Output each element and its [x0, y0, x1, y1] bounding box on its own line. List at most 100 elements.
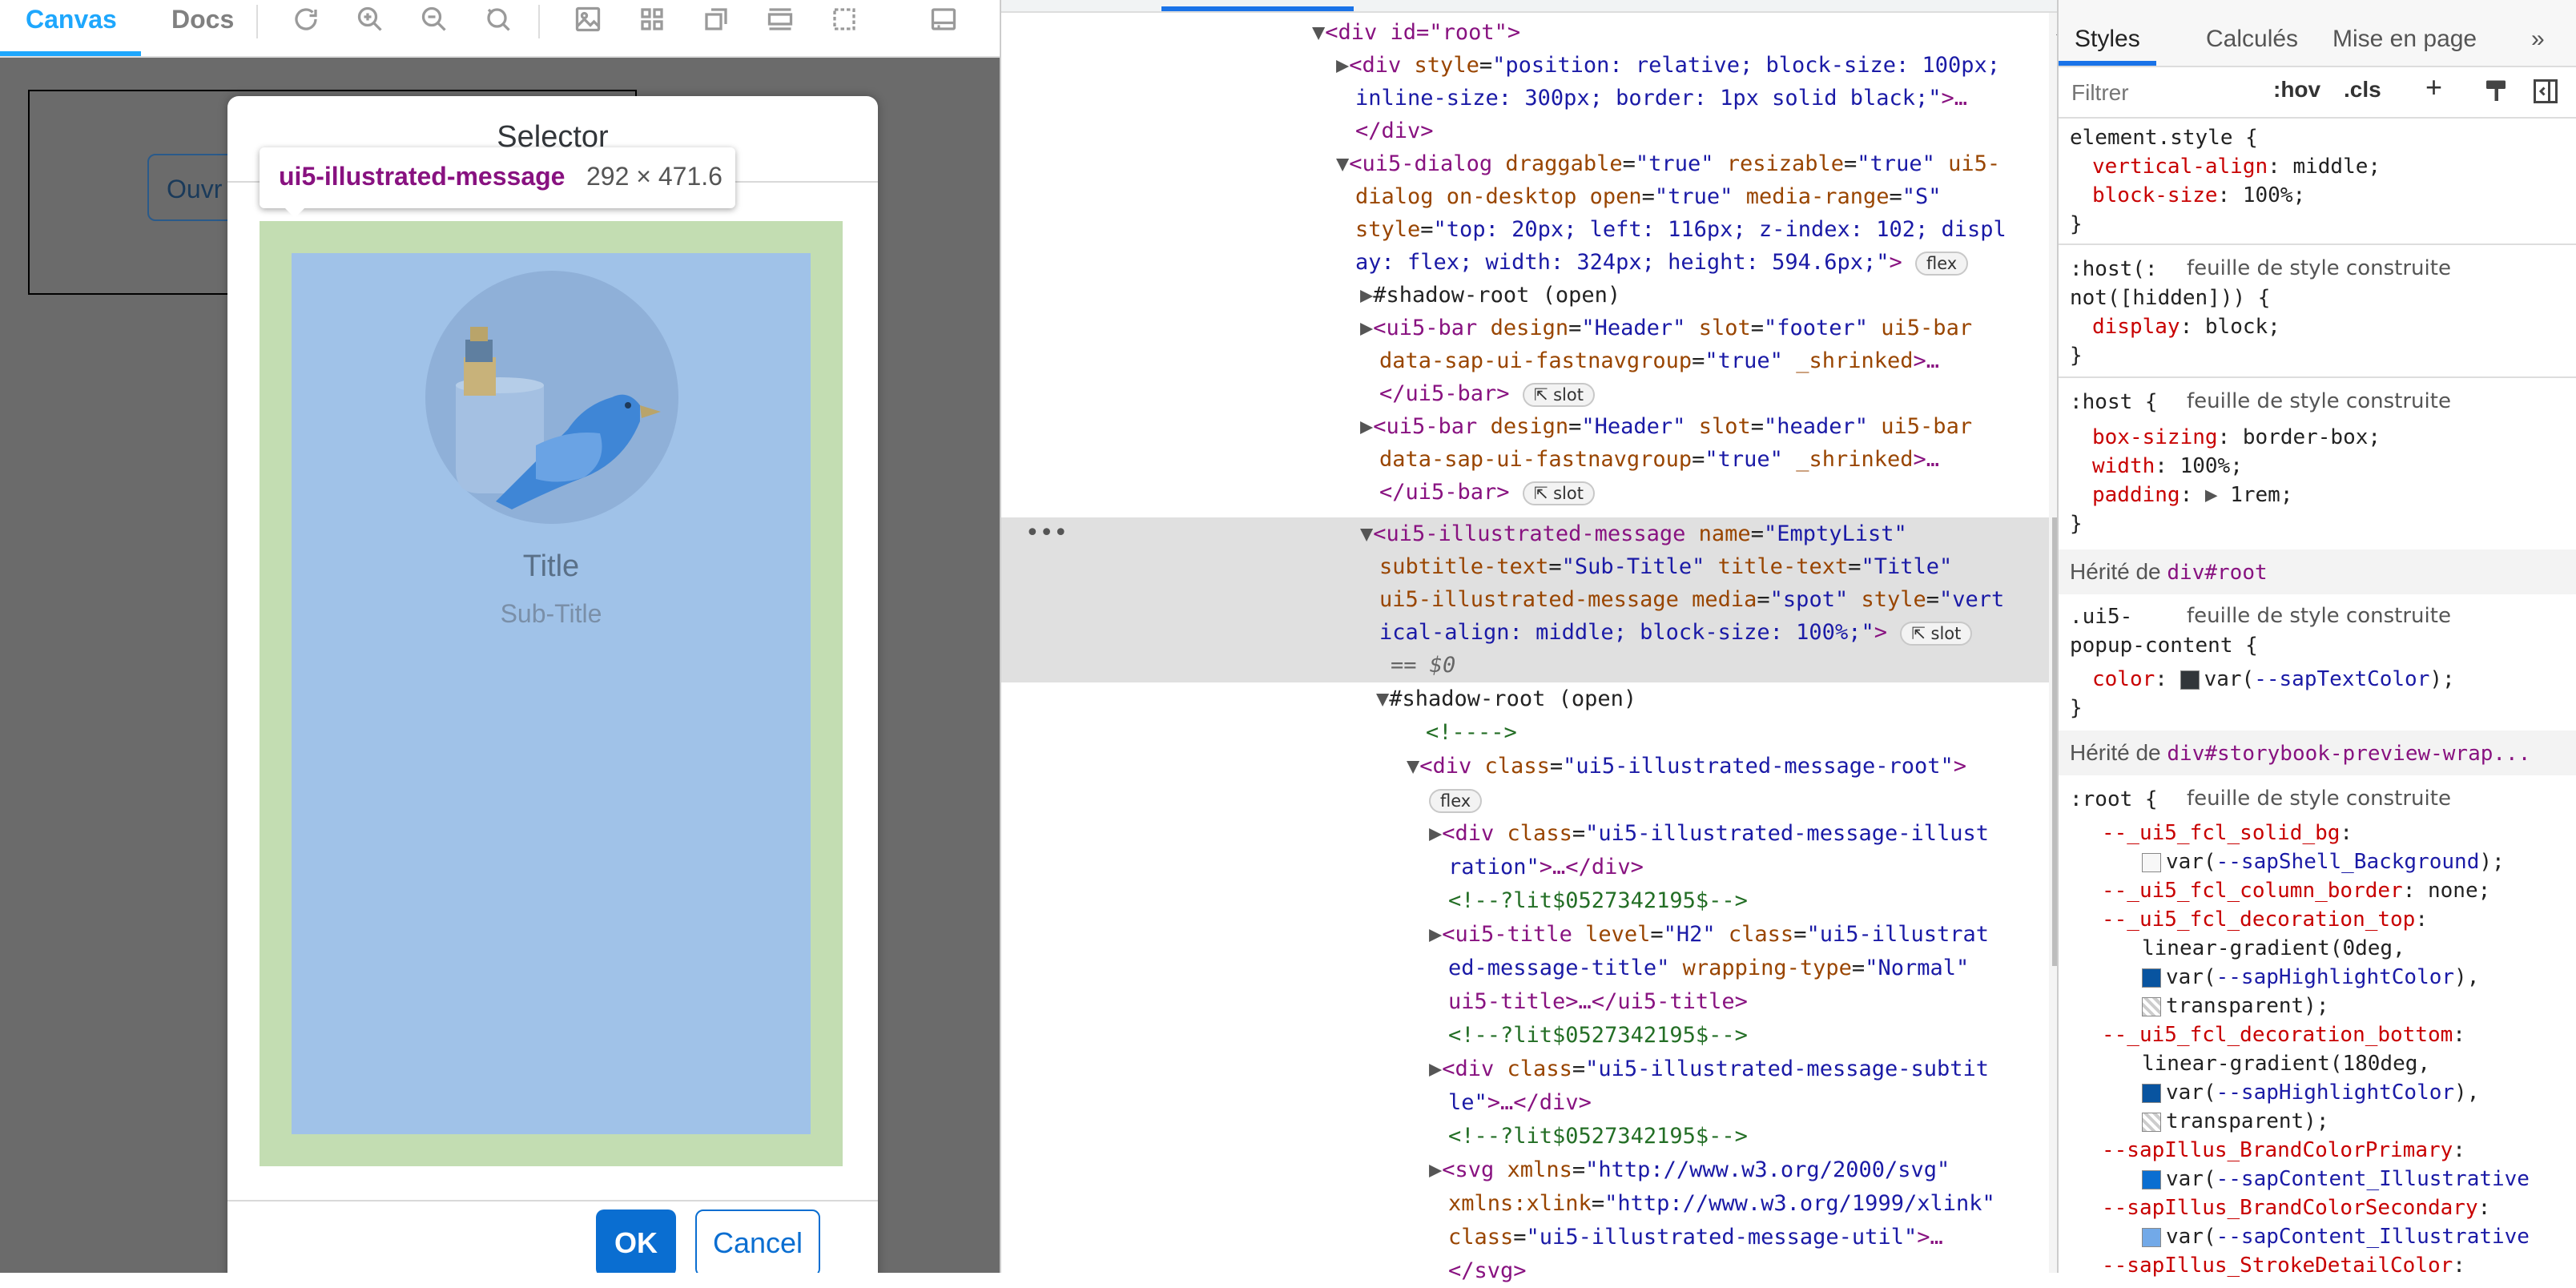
- rule-source[interactable]: feuille de style construite: [2187, 256, 2451, 280]
- css-declaration[interactable]: block-size: 100%;: [2092, 181, 2305, 210]
- selector-dialog: Selector Title Sub-Title OK Cancel: [227, 96, 878, 1273]
- color-swatch[interactable]: [2180, 670, 2200, 690]
- grid-icon[interactable]: [638, 5, 666, 34]
- dom-node-cont: ay: flex; width: 324px; height: 594.6px;…: [1355, 246, 1969, 280]
- dom-node-cont: subtitle-text="Sub-Title" title-text="Ti…: [1379, 554, 1953, 579]
- rule-source[interactable]: feuille de style construite: [2187, 787, 2451, 811]
- more-tabs-icon[interactable]: »: [2531, 0, 2545, 66]
- add-rule-icon[interactable]: +: [2425, 70, 2442, 104]
- dom-node-cont: dialog on-desktop open="true" media-rang…: [1355, 184, 1942, 209]
- dom-node[interactable]: ▶<div class="ui5-illustrated-message-sub…: [1429, 1053, 1989, 1086]
- css-value: transparent);: [2142, 1107, 2329, 1136]
- rule-close: }: [2070, 696, 2083, 720]
- zoom-out-icon[interactable]: [420, 5, 449, 34]
- shadow-root-node[interactable]: ▶#shadow-root (open): [1360, 279, 1620, 312]
- panel-icon[interactable]: [929, 5, 958, 34]
- filter-input[interactable]: [2070, 72, 2224, 114]
- rule-selector: element.style {: [2070, 126, 2258, 150]
- css-declaration[interactable]: box-sizing: border-box;: [2092, 423, 2381, 452]
- css-declaration[interactable]: color: var(--sapTextColor);: [2092, 665, 2455, 694]
- zoom-reset-icon[interactable]: [484, 5, 513, 34]
- tab-canvas[interactable]: Canvas: [26, 0, 117, 56]
- dom-node[interactable]: ▶<svg xmlns="http://www.w3.org/2000/svg": [1429, 1153, 1950, 1187]
- elements-header: [1001, 0, 2059, 13]
- outline-icon[interactable]: [830, 5, 859, 34]
- dom-comment[interactable]: <!--?lit$0527342195$-->: [1448, 884, 1748, 918]
- css-value: var(--sapHighlightColor),: [2142, 963, 2479, 992]
- css-declaration[interactable]: --_ui5_fcl_column_border: none;: [2102, 876, 2490, 905]
- hov-button[interactable]: :hov: [2273, 77, 2320, 103]
- dialog-footer-divider: [227, 1200, 878, 1201]
- slot-badge[interactable]: ⇱ slot: [1522, 481, 1595, 505]
- dom-node[interactable]: ▶<div class="ui5-illustrated-message-ill…: [1429, 817, 1989, 851]
- rule-selector: popup-content {: [2070, 634, 2258, 658]
- css-declaration[interactable]: --sapIllus_BrandColorSecondary:: [2102, 1193, 2490, 1222]
- dom-node[interactable]: ▶<ui5-bar design="Header" slot="footer" …: [1360, 312, 1972, 345]
- flex-badge[interactable]: flex: [1429, 788, 1483, 813]
- dom-comment[interactable]: <!--?lit$0527342195$-->: [1448, 1019, 1748, 1053]
- css-declaration[interactable]: display: block;: [2092, 312, 2280, 341]
- toggle-sidebar-icon[interactable]: [2531, 77, 2560, 106]
- more-actions-icon[interactable]: •••: [1025, 519, 1068, 547]
- dom-node[interactable]: ▼<div id="root">: [1312, 16, 1520, 50]
- illustrated-message-subtitle: Sub-Title: [500, 599, 602, 628]
- dom-node-cont: le">…</div>: [1448, 1090, 1592, 1115]
- tooltip-element-name: ui5-illustrated-message: [279, 162, 566, 191]
- color-swatch[interactable]: [2142, 852, 2161, 872]
- color-swatch[interactable]: [2142, 968, 2161, 988]
- shadow-root-node[interactable]: ▼#shadow-root (open): [1376, 682, 1636, 716]
- ok-button[interactable]: OK: [596, 1210, 676, 1273]
- css-declaration[interactable]: --sapIllus_StrokeDetailColor:: [2102, 1251, 2465, 1280]
- inherited-header: Hérité de div#root: [2059, 549, 2576, 594]
- dom-node-cont: inline-size: 300px; border: 1px solid bl…: [1355, 86, 1968, 111]
- zoom-in-icon[interactable]: [356, 5, 384, 34]
- color-swatch[interactable]: [2142, 1112, 2161, 1132]
- paint-brush-icon[interactable]: [2481, 77, 2510, 106]
- flex-badge[interactable]: flex: [1915, 251, 1969, 276]
- css-declaration[interactable]: padding: ▶ 1rem;: [2092, 481, 2292, 509]
- slot-badge[interactable]: ⇱ slot: [1522, 382, 1595, 407]
- dom-node[interactable]: ▶<ui5-title level="H2" class="ui5-illust…: [1429, 918, 1989, 952]
- rule-source[interactable]: feuille de style construite: [2187, 389, 2451, 413]
- toolbar-separator: [256, 5, 258, 38]
- css-declaration[interactable]: --_ui5_fcl_decoration_bottom:: [2102, 1020, 2465, 1049]
- css-declaration[interactable]: --_ui5_fcl_solid_bg:: [2102, 819, 2353, 847]
- rule-close: }: [2070, 344, 2083, 368]
- tab-computed[interactable]: Calculés: [2206, 0, 2298, 66]
- dom-node-selected[interactable]: ▼<ui5-illustrated-message name="EmptyLis…: [1360, 517, 1907, 551]
- tab-layout[interactable]: Mise en page: [2332, 0, 2477, 66]
- tab-docs[interactable]: Docs: [171, 0, 234, 56]
- dom-node[interactable]: ▼<div class="ui5-illustrated-message-roo…: [1407, 750, 1966, 783]
- background-icon[interactable]: [702, 5, 731, 34]
- styles-tabbar: Styles Calculés Mise en page »: [2059, 0, 2576, 67]
- dom-comment[interactable]: <!--?lit$0527342195$-->: [1448, 1120, 1748, 1153]
- dom-node-cont: ui5-illustrated-message media="spot" sty…: [1379, 587, 2005, 612]
- dom-node-cont: data-sap-ui-fastnavgroup="true" _shrinke…: [1379, 348, 1940, 373]
- tooltip-arrow: [282, 205, 308, 218]
- css-declaration[interactable]: --sapIllus_BrandColorPrimary:: [2102, 1136, 2465, 1165]
- css-declaration[interactable]: width: 100%;: [2092, 452, 2243, 481]
- dom-node[interactable]: ▶<div style="position: relative; block-s…: [1336, 49, 2000, 83]
- dom-node-cont: ical-align: middle; block-size: 100%;"> …: [1379, 616, 1973, 650]
- rule-selector: :host {: [2070, 390, 2158, 414]
- image-icon[interactable]: [574, 5, 602, 34]
- dom-node-cont: </ui5-bar> ⇱ slot: [1379, 377, 1595, 411]
- cls-button[interactable]: .cls: [2344, 77, 2381, 103]
- color-swatch[interactable]: [2142, 1227, 2161, 1247]
- dom-node[interactable]: ▶<ui5-bar design="Header" slot="header" …: [1360, 410, 1972, 444]
- measure-icon[interactable]: [766, 5, 795, 34]
- rule-source[interactable]: feuille de style construite: [2187, 604, 2451, 628]
- refresh-icon[interactable]: [292, 5, 320, 34]
- dom-node[interactable]: ▼<ui5-dialog draggable="true" resizable=…: [1336, 147, 2000, 181]
- color-swatch[interactable]: [2142, 1169, 2161, 1189]
- illustrated-message: Title Sub-Title: [292, 253, 811, 1134]
- tab-styles[interactable]: Styles: [2075, 0, 2140, 66]
- cancel-button[interactable]: Cancel: [695, 1210, 820, 1273]
- color-swatch[interactable]: [2142, 996, 2161, 1016]
- color-swatch[interactable]: [2142, 1083, 2161, 1103]
- css-declaration[interactable]: vertical-align: middle;: [2092, 152, 2381, 181]
- dom-comment[interactable]: <!---->: [1426, 716, 1517, 750]
- slot-badge[interactable]: ⇱ slot: [1900, 621, 1973, 646]
- dom-node-cont: flex: [1429, 783, 1483, 817]
- css-declaration[interactable]: --_ui5_fcl_decoration_top:: [2102, 905, 2428, 934]
